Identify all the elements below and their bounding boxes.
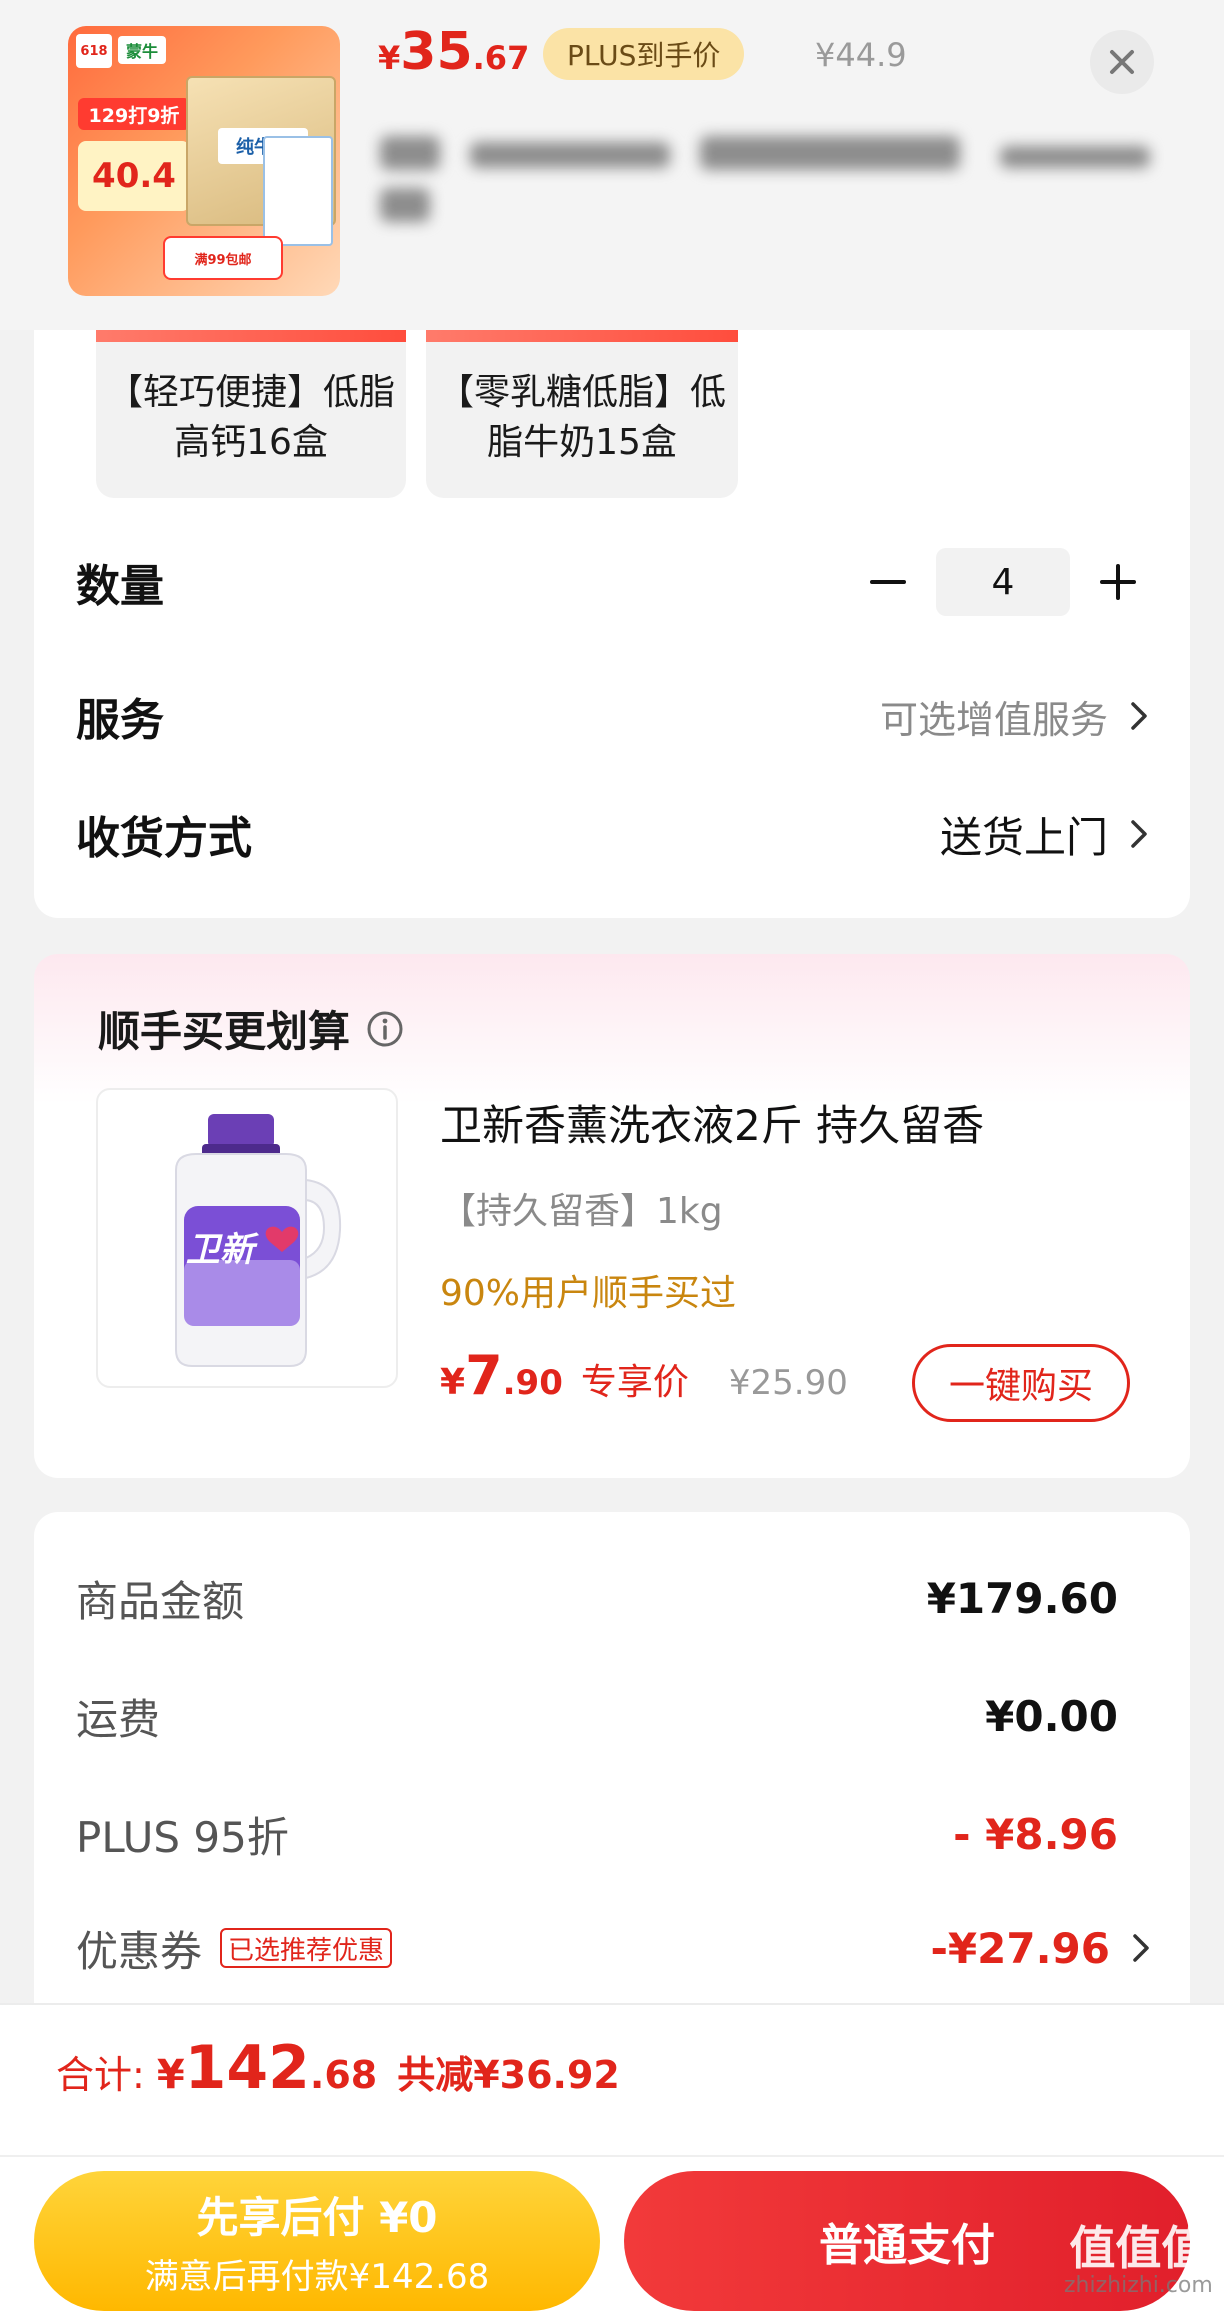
addon-popularity: 90%用户顺手买过 <box>440 1273 737 1314</box>
service-row[interactable]: 服务 可选增值服务 <box>76 676 1148 756</box>
bottle-brand: 卫新 <box>186 1230 254 1270</box>
addon-price-tag: 专享价 <box>580 1362 689 1403</box>
plus-icon <box>1100 564 1136 600</box>
total-saved: 共减¥36.92 <box>397 2053 620 2097</box>
spec-highlight-bar <box>426 330 738 342</box>
chevron-right-icon <box>1131 820 1147 848</box>
pay-later-subtitle: 满意后再付款¥142.68 <box>144 2257 490 2297</box>
coupon-row[interactable]: 优惠券 已选推荐优惠 -¥27.96 <box>76 1910 1150 1986</box>
addon-product-spec: 【持久留香】1kg <box>440 1191 723 1232</box>
summary-amount: ¥0.00 <box>985 1691 1118 1741</box>
summary-row: 商品金额 ¥179.60 <box>76 1560 1118 1636</box>
total-decimal: .68 <box>309 2053 378 2097</box>
chevron-right-icon <box>1133 1934 1149 1962</box>
spec-highlight-bar <box>96 330 406 342</box>
summary-label: 优惠券 <box>76 1926 203 1976</box>
summary-label: 商品金额 <box>76 1576 245 1626</box>
quantity-input[interactable]: 4 <box>936 548 1070 616</box>
delivery-value: 送货上门 <box>939 812 1108 862</box>
plus-price-badge: PLUS到手价 <box>543 28 745 80</box>
spec-option[interactable]: 【轻巧便捷】低脂高钙16盒 <box>96 330 406 498</box>
watermark-brand: 值值值 <box>1069 2221 1208 2275</box>
addon-title: 顺手买更划算 <box>98 998 404 1059</box>
info-icon[interactable] <box>366 1010 404 1048</box>
spec-option-label: 【零乳糖低脂】低脂牛奶15盒 <box>437 372 726 463</box>
total-symbol: ¥ <box>156 2052 185 2098</box>
delivery-label: 收货方式 <box>76 813 252 864</box>
addon-price-integer: 7 <box>465 1344 503 1407</box>
promo-618-badge: 618 <box>76 34 112 68</box>
quantity-row: 数量 4 <box>76 542 1148 622</box>
summary-row: 运费 ¥0.00 <box>76 1678 1118 1754</box>
thumbnail-promo-price: 40.4 <box>78 141 190 211</box>
total-integer: 142 <box>184 2033 310 2103</box>
service-label: 服务 <box>76 695 164 746</box>
divider <box>0 2155 1224 2157</box>
addon-product-name[interactable]: 卫新香薰洗衣液2斤 持久留香 <box>440 1092 984 1153</box>
pay-later-title: 先享后付 ¥0 <box>196 2193 438 2242</box>
summary-row: PLUS 95折 - ¥8.96 <box>76 1796 1118 1872</box>
thumbnail-bottom-tag: 满99包邮 <box>163 236 283 280</box>
product-header: 618 蒙牛 129打9折 40.4 纯牛奶 满99包邮 ¥ 35 .67 PL… <box>0 0 1224 330</box>
price-decimal: .67 <box>472 39 530 77</box>
site-watermark: 值值值 zhizhizhi.com <box>1064 2222 1213 2298</box>
watermark-site: zhizhizhi.com <box>1064 2273 1213 2298</box>
summary-label: 运费 <box>76 1694 161 1744</box>
spec-option[interactable]: 【零乳糖低脂】低脂牛奶15盒 <box>426 330 738 498</box>
current-price: ¥ 35 .67 <box>378 22 529 92</box>
coupon-status-badge: 已选推荐优惠 <box>220 1928 393 1968</box>
price-integer: 35 <box>400 22 473 82</box>
addon-product-image[interactable]: 卫新 <box>96 1088 398 1388</box>
brand-logo: 蒙牛 <box>118 36 167 64</box>
addon-title-text: 顺手买更划算 <box>98 1007 351 1056</box>
total-label: 合计: <box>56 2053 145 2097</box>
quantity-stepper: 4 <box>858 548 1148 616</box>
quantity-label: 数量 <box>76 561 164 612</box>
price-summary-card: 商品金额 ¥179.60 运费 ¥0.00 PLUS 95折 - ¥8.96 优… <box>34 1512 1190 2032</box>
spec-option-label: 【轻巧便捷】低脂高钙16盒 <box>106 372 395 463</box>
one-click-buy-button[interactable]: 一键购买 <box>912 1344 1130 1422</box>
coupon-amount: -¥27.96 <box>930 1923 1110 1973</box>
summary-amount: ¥179.60 <box>926 1573 1118 1623</box>
close-button[interactable] <box>1090 30 1154 94</box>
addon-original-price: ¥25.90 <box>728 1363 848 1403</box>
milk-carton-image <box>263 136 333 246</box>
price-symbol: ¥ <box>378 39 401 77</box>
minus-icon <box>870 580 906 584</box>
addon-price: ¥ 7 .90 专享价 ¥25.90 <box>440 1344 848 1416</box>
product-title-blurred <box>380 128 1160 238</box>
addon-price-decimal: .90 <box>502 1363 563 1403</box>
summary-amount: - ¥8.96 <box>953 1809 1118 1859</box>
pay-later-button[interactable]: 先享后付 ¥0 满意后再付款¥142.68 <box>34 2171 600 2311</box>
addon-price-symbol: ¥ <box>440 1362 466 1403</box>
thumbnail-promo: 129打9折 <box>78 98 190 130</box>
decrease-button[interactable] <box>858 552 918 612</box>
delivery-row[interactable]: 收货方式 送货上门 <box>76 794 1148 874</box>
close-icon <box>1110 50 1134 74</box>
increase-button[interactable] <box>1088 552 1148 612</box>
service-value: 可选增值服务 <box>879 697 1108 742</box>
summary-label: PLUS 95折 <box>76 1812 289 1862</box>
order-options-card: 【轻巧便捷】低脂高钙16盒 【零乳糖低脂】低脂牛奶15盒 数量 4 服务 可选增… <box>34 330 1190 918</box>
product-thumbnail[interactable]: 618 蒙牛 129打9折 40.4 纯牛奶 满99包邮 <box>68 26 340 296</box>
checkout-bar: 合计: ¥ 142 .68 共减¥36.92 先享后付 ¥0 满意后再付款¥14… <box>0 2003 1224 2317</box>
order-total: 合计: ¥ 142 .68 共减¥36.92 <box>56 2033 620 2123</box>
chevron-right-icon <box>1131 702 1147 730</box>
original-price: ¥44.9 <box>815 36 907 74</box>
addon-card: 顺手买更划算 卫新 卫新香薰洗衣液2斤 持久留香 【持久留香】1kg 90%用户… <box>34 954 1190 1478</box>
